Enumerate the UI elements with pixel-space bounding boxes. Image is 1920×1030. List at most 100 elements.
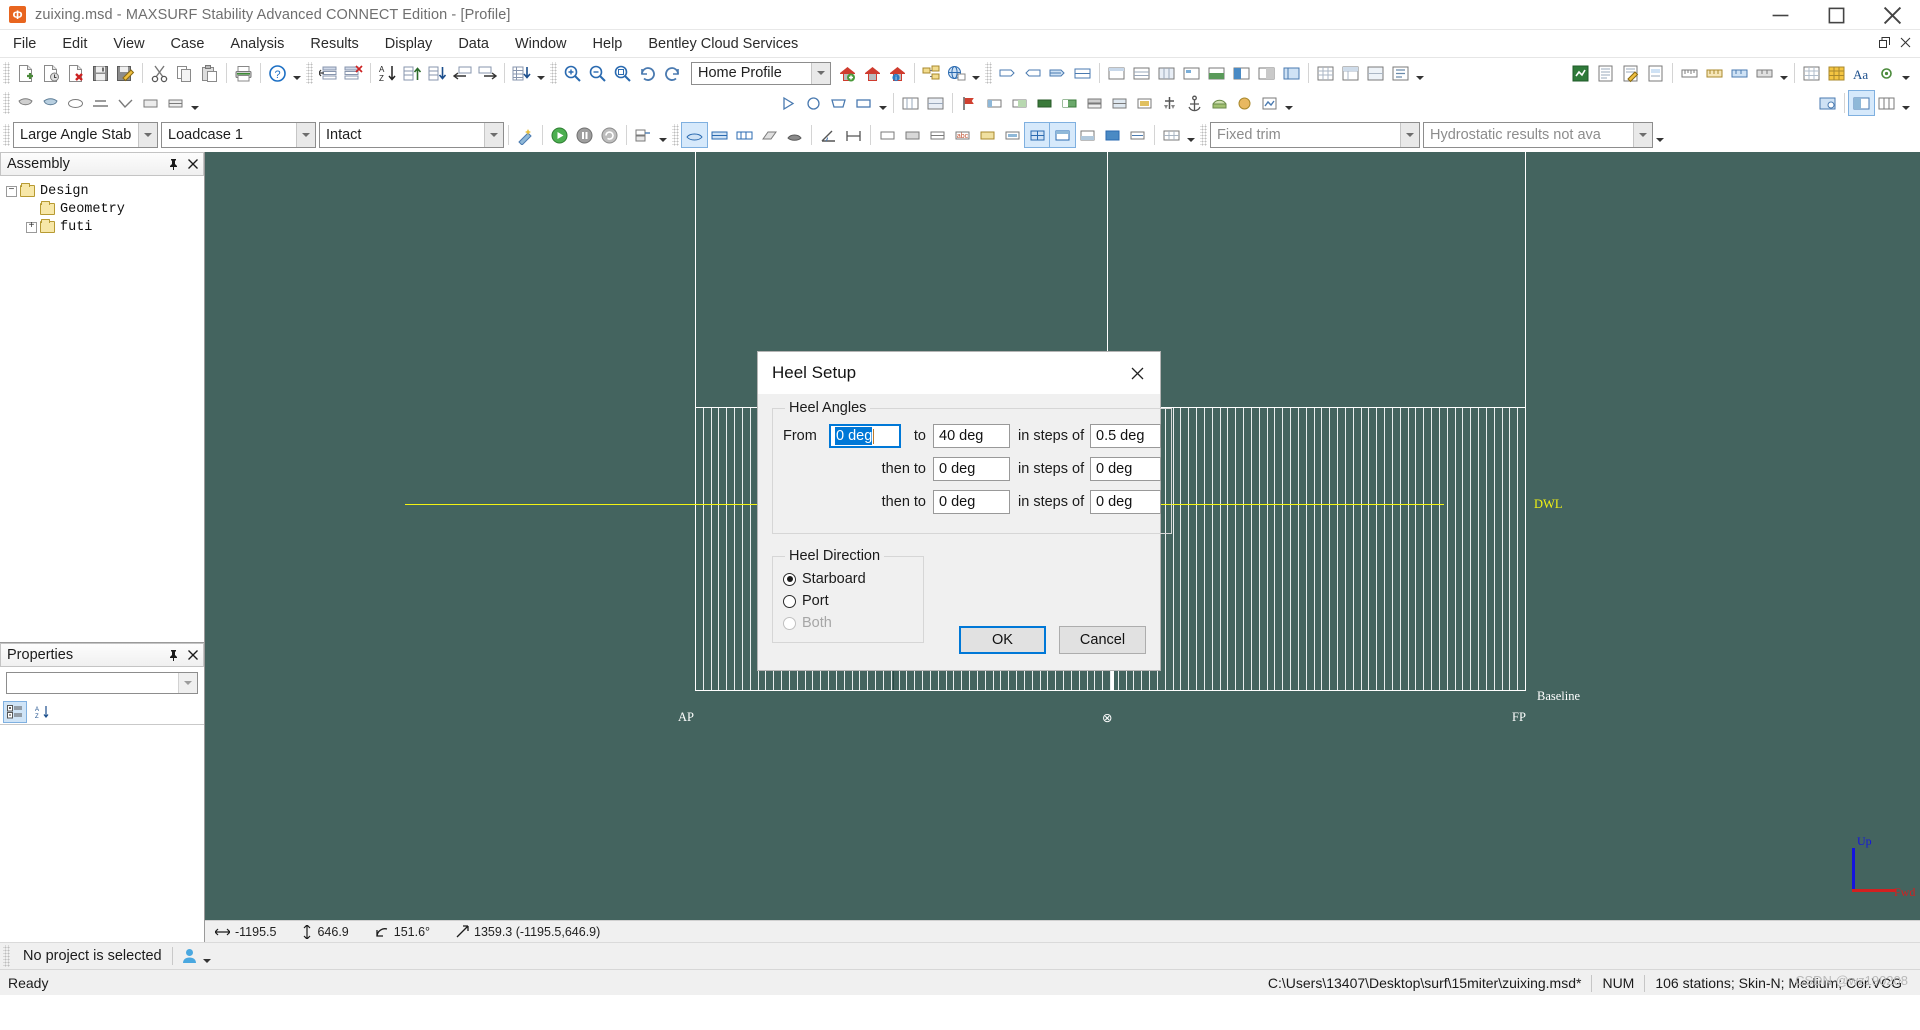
menu-window[interactable]: Window bbox=[502, 30, 580, 58]
tank-icon-2[interactable] bbox=[1020, 61, 1045, 85]
measure-dropdown-arrow[interactable] bbox=[1777, 61, 1790, 85]
project-selection-label[interactable]: No project is selected bbox=[13, 948, 172, 964]
hull-icon-4[interactable] bbox=[88, 91, 113, 115]
weight-icon[interactable] bbox=[1157, 91, 1182, 115]
menu-display[interactable]: Display bbox=[372, 30, 446, 58]
new-document-icon[interactable] bbox=[13, 61, 38, 85]
tree-node-futi[interactable]: + futi bbox=[6, 218, 204, 236]
display-icon-6[interactable] bbox=[1000, 123, 1025, 147]
close-icon[interactable] bbox=[183, 650, 203, 660]
shape-box-icon[interactable] bbox=[851, 91, 876, 115]
user-icon[interactable] bbox=[179, 948, 201, 964]
cut-icon[interactable] bbox=[147, 61, 172, 85]
redo-zoom-icon[interactable] bbox=[660, 61, 685, 85]
display-icon-4[interactable]: abc bbox=[950, 123, 975, 147]
menu-file[interactable]: File bbox=[0, 30, 49, 58]
delete-row-icon[interactable] bbox=[341, 61, 366, 85]
hydrostatic-dropdown-arrow[interactable] bbox=[1653, 123, 1666, 147]
chevron-down-icon[interactable] bbox=[138, 123, 157, 147]
close-button[interactable] bbox=[1864, 0, 1920, 30]
window-split-icon[interactable] bbox=[1848, 90, 1875, 116]
analysis-type-combo[interactable]: Large Angle Stab bbox=[13, 122, 158, 148]
globe-dropdown-arrow[interactable] bbox=[969, 61, 982, 85]
print-icon[interactable] bbox=[231, 61, 256, 85]
render-icon-3[interactable] bbox=[1257, 91, 1282, 115]
hydrostatic-results-combo[interactable]: Hydrostatic results not ava bbox=[1423, 122, 1653, 148]
home-profile-combo[interactable]: Home Profile bbox=[691, 61, 831, 85]
menu-help[interactable]: Help bbox=[580, 30, 636, 58]
grid-toggle-dropdown-arrow[interactable] bbox=[1184, 123, 1197, 147]
display-icon-7[interactable] bbox=[1024, 122, 1051, 148]
move-right-icon[interactable] bbox=[475, 61, 500, 85]
table-icon-4[interactable] bbox=[1388, 61, 1413, 85]
view-profile-icon[interactable] bbox=[681, 122, 708, 148]
layer-icon-1[interactable] bbox=[1082, 91, 1107, 115]
heel-steps-input-2[interactable]: 0 deg bbox=[1090, 457, 1161, 481]
save-icon[interactable] bbox=[88, 61, 113, 85]
heel-from-input[interactable]: 0 deg bbox=[829, 424, 901, 448]
toolbar-grip[interactable] bbox=[672, 124, 679, 146]
hull-icon-1[interactable] bbox=[13, 91, 38, 115]
save-as-icon[interactable] bbox=[113, 61, 138, 85]
hull-dropdown-arrow[interactable] bbox=[188, 91, 201, 115]
pause-analysis-icon[interactable] bbox=[572, 123, 597, 147]
move-left-icon[interactable] bbox=[450, 61, 475, 85]
measure-length-icon[interactable] bbox=[841, 123, 866, 147]
view-body-icon[interactable] bbox=[732, 123, 757, 147]
heel-to-input-1[interactable]: 40 deg bbox=[933, 424, 1010, 448]
marker-icon-3[interactable] bbox=[1032, 91, 1057, 115]
radio-port-icon[interactable] bbox=[783, 594, 796, 608]
grid-icon-3[interactable] bbox=[1154, 61, 1179, 85]
wand-icon[interactable] bbox=[513, 123, 538, 147]
grid-toggle-icon[interactable] bbox=[1159, 123, 1184, 147]
layer-icon-2[interactable] bbox=[1107, 91, 1132, 115]
report-icon-3[interactable] bbox=[1618, 61, 1643, 85]
close-icon[interactable] bbox=[1114, 352, 1160, 394]
chevron-down-icon[interactable] bbox=[1400, 123, 1419, 147]
display-icon-5[interactable] bbox=[975, 123, 1000, 147]
help-icon[interactable]: ? bbox=[265, 61, 290, 85]
help-dropdown-arrow[interactable] bbox=[290, 61, 303, 85]
zoom-extents-icon[interactable] bbox=[610, 61, 635, 85]
display-icon-9[interactable] bbox=[1075, 123, 1100, 147]
measure-icon-3[interactable] bbox=[1727, 61, 1752, 85]
display-icon-1[interactable] bbox=[875, 123, 900, 147]
tank-icon-4[interactable] bbox=[1070, 61, 1095, 85]
font-icon[interactable]: Aa bbox=[1849, 61, 1874, 85]
display-icon-3[interactable] bbox=[925, 123, 950, 147]
maximize-button[interactable] bbox=[1808, 0, 1864, 30]
heel-to-input-3[interactable]: 0 deg bbox=[933, 490, 1010, 514]
compartment-icon-2[interactable] bbox=[923, 91, 948, 115]
grid-icon-8[interactable] bbox=[1279, 61, 1304, 85]
menu-view[interactable]: View bbox=[100, 30, 157, 58]
shape-dropdown-arrow[interactable] bbox=[876, 91, 889, 115]
toolbar-grip[interactable] bbox=[3, 92, 10, 114]
shape-circle-icon[interactable] bbox=[801, 91, 826, 115]
display-icon-11[interactable] bbox=[1125, 123, 1150, 147]
mdi-close-button[interactable] bbox=[1896, 33, 1914, 51]
menu-bentley-cloud-services[interactable]: Bentley Cloud Services bbox=[635, 30, 811, 58]
grid-icon-1[interactable] bbox=[1104, 61, 1129, 85]
toolbar-grip[interactable] bbox=[985, 62, 992, 84]
display-icon-8[interactable] bbox=[1049, 122, 1076, 148]
color-fill-icon[interactable] bbox=[1057, 91, 1082, 115]
heel-direction-option-starboard[interactable]: Starboard bbox=[783, 568, 913, 590]
condition-combo[interactable]: Intact bbox=[319, 122, 504, 148]
home-add-icon[interactable] bbox=[835, 61, 860, 85]
zoom-out-icon[interactable] bbox=[585, 61, 610, 85]
report-icon-1[interactable] bbox=[1568, 61, 1593, 85]
marker-icon-1[interactable] bbox=[982, 91, 1007, 115]
mdi-restore-button[interactable] bbox=[1875, 33, 1893, 51]
table-icon-3[interactable] bbox=[1363, 61, 1388, 85]
close-icon[interactable] bbox=[183, 159, 203, 169]
batch-icon[interactable] bbox=[631, 123, 656, 147]
home-info-icon[interactable]: i bbox=[885, 61, 910, 85]
tree-node-design[interactable]: − Design bbox=[6, 182, 204, 200]
chevron-down-icon[interactable] bbox=[484, 123, 503, 147]
shape-trapezoid-icon[interactable] bbox=[826, 91, 851, 115]
column-down-icon[interactable] bbox=[425, 61, 450, 85]
toolbar-grip[interactable] bbox=[3, 62, 10, 84]
tree-node-geometry[interactable]: Geometry bbox=[6, 200, 204, 218]
menu-data[interactable]: Data bbox=[445, 30, 502, 58]
copy-icon[interactable] bbox=[172, 61, 197, 85]
